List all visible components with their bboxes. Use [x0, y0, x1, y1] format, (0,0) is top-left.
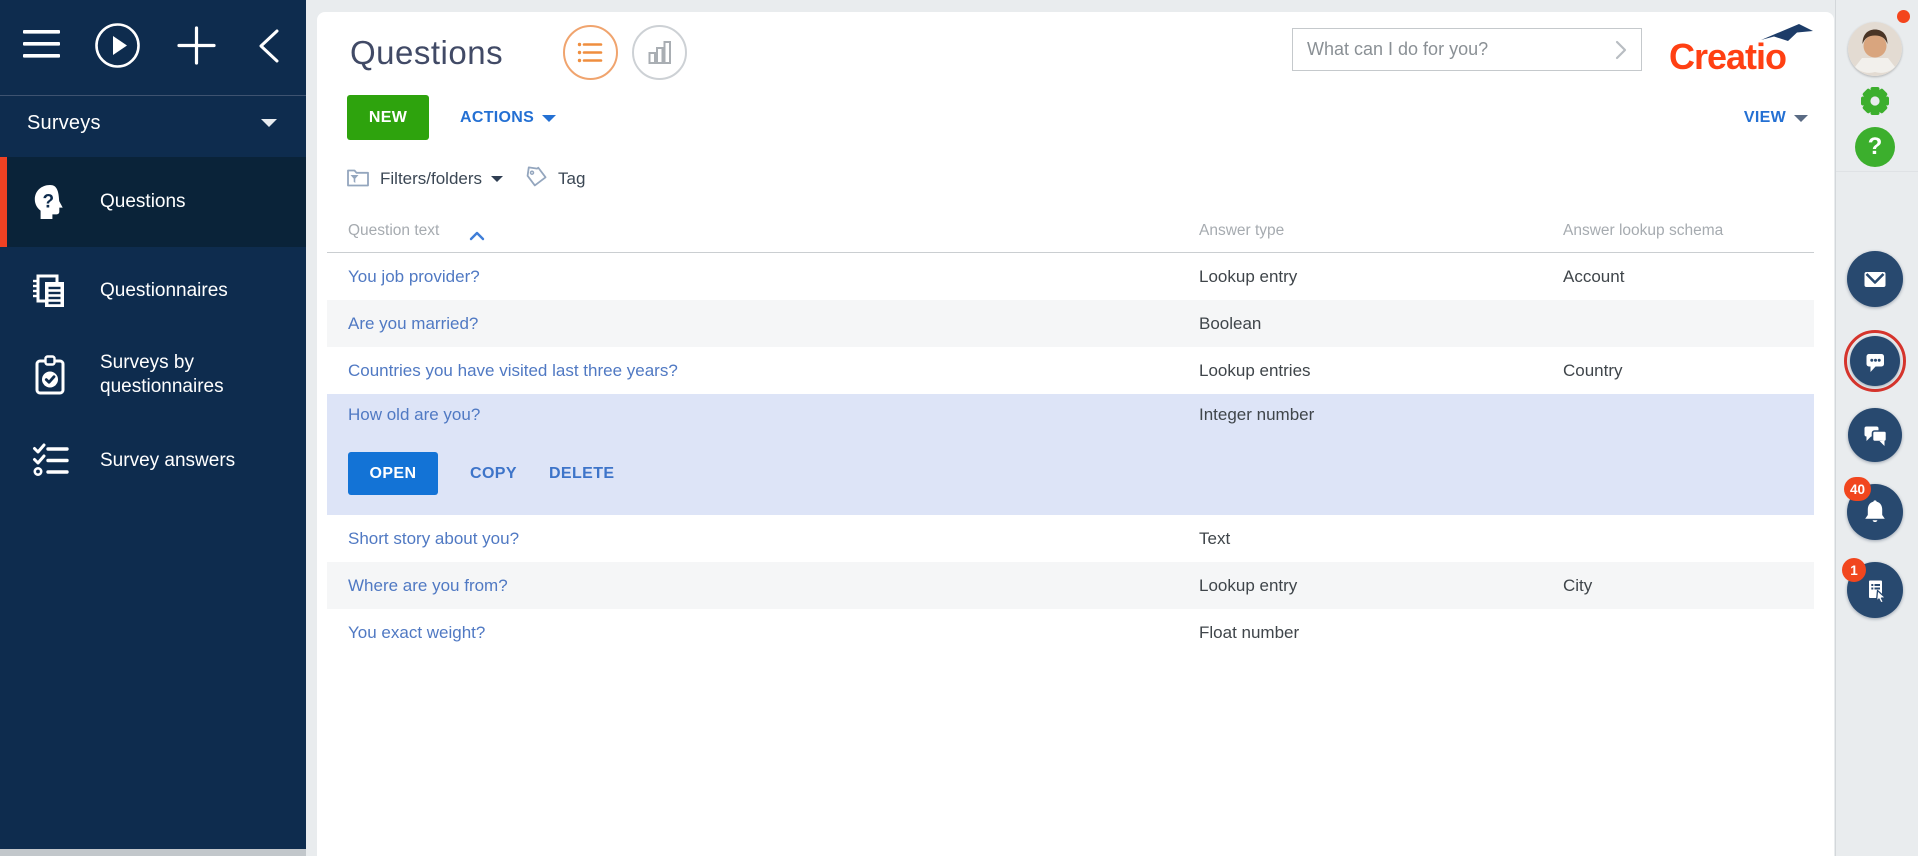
email-icon[interactable]	[1847, 251, 1903, 307]
question-link[interactable]: Where are you from?	[348, 562, 508, 609]
table-row[interactable]: Countries you have visited last three ye…	[327, 347, 1814, 394]
copy-button[interactable]: COPY	[470, 465, 517, 483]
process-tasks-badge: 1	[1842, 558, 1866, 582]
view-button[interactable]: VIEW	[1744, 107, 1808, 129]
tag-button[interactable]: Tag	[558, 169, 585, 189]
svg-text:?: ?	[43, 192, 55, 213]
sidebar-item-survey-answers[interactable]: Survey answers	[0, 423, 306, 499]
creatio-plane-icon	[1761, 24, 1813, 41]
hamburger-menu-icon[interactable]	[23, 30, 63, 65]
creatio-logo: Creatio	[1669, 24, 1814, 78]
search-submit-icon[interactable]	[1601, 29, 1641, 70]
workspace-selector-label[interactable]: Surveys	[27, 112, 101, 135]
page-title: Questions	[350, 34, 504, 71]
checklist-icon	[28, 439, 72, 483]
filters-folders-button[interactable]: Filters/folders	[380, 169, 482, 189]
filters-folders-icon[interactable]	[345, 164, 371, 195]
question-link[interactable]: Countries you have visited last three ye…	[348, 347, 678, 394]
panel-divider	[1836, 171, 1918, 172]
system-designer-gear-icon[interactable]	[1853, 79, 1897, 123]
answer-type-cell: Boolean	[1199, 314, 1262, 333]
sidebar-item-label: Questions	[100, 191, 186, 212]
sidebar-item-surveys-by-questionnaires[interactable]: Surveys by questionnaires	[0, 331, 306, 419]
table-row-selected[interactable]: How old are you? Integer number OPEN COP…	[327, 394, 1814, 515]
run-process-icon[interactable]	[94, 22, 141, 74]
column-header-question-text[interactable]: Question text	[348, 222, 439, 240]
messenger-icon[interactable]	[1848, 408, 1902, 462]
clipboard-check-icon	[28, 353, 72, 397]
column-header-answer-lookup-schema[interactable]: Answer lookup schema	[1563, 222, 1723, 240]
user-avatar[interactable]	[1848, 22, 1902, 76]
question-link[interactable]: You exact weight?	[348, 609, 485, 656]
answer-type-cell: Text	[1199, 529, 1231, 548]
analytics-view-button[interactable]	[632, 25, 687, 80]
actions-caret-down-icon	[542, 114, 557, 122]
filters-caret-down-icon[interactable]	[491, 176, 504, 182]
delete-button[interactable]: DELETE	[549, 465, 615, 483]
communication-panel: ? 40 1	[1835, 0, 1918, 856]
column-header-answer-type[interactable]: Answer type	[1199, 222, 1284, 240]
filter-bar: Filters/folders Tag	[345, 164, 585, 194]
tag-icon[interactable]	[523, 164, 549, 195]
question-link[interactable]: You job provider?	[348, 253, 480, 300]
table-row[interactable]: Are you married? Boolean	[327, 300, 1814, 347]
lookup-schema-cell: Country	[1563, 361, 1623, 380]
question-link[interactable]: Are you married?	[348, 300, 478, 347]
sidebar-item-label: Questionnaires	[100, 280, 228, 301]
new-button[interactable]: NEW	[347, 95, 429, 140]
view-caret-down-icon	[1794, 114, 1808, 122]
creatio-app: Surveys ? Questions Questionnaires Surve…	[0, 0, 1918, 856]
sidebar-divider	[0, 95, 306, 96]
add-icon[interactable]	[177, 26, 216, 70]
lookup-schema-cell: Account	[1563, 267, 1625, 286]
sidebar-item-questionnaires[interactable]: Questionnaires	[0, 247, 306, 335]
help-icon[interactable]: ?	[1855, 127, 1895, 167]
answer-type-cell: Lookup entry	[1199, 267, 1298, 286]
answer-type-cell: Float number	[1199, 623, 1300, 642]
sort-ascending-icon[interactable]	[469, 228, 485, 246]
command-line	[1292, 28, 1642, 71]
answer-type-cell: Lookup entry	[1199, 576, 1298, 595]
sidebar-item-label: Surveys by questionnaires	[100, 352, 224, 397]
question-link[interactable]: Short story about you?	[348, 515, 519, 562]
collapse-sidebar-icon[interactable]	[255, 28, 281, 69]
actions-button[interactable]: ACTIONS	[460, 107, 557, 129]
row-actions: OPEN COPY DELETE	[348, 452, 614, 495]
answer-type-cell: Lookup entries	[1199, 361, 1311, 380]
notifications-badge: 40	[1844, 477, 1871, 501]
list-view-button[interactable]	[563, 25, 618, 80]
open-button[interactable]: OPEN	[348, 452, 438, 495]
lookup-schema-cell: City	[1563, 576, 1593, 595]
table-row[interactable]: Where are you from? Lookup entry City	[327, 562, 1814, 609]
chat-active-ring[interactable]	[1844, 330, 1906, 392]
table-row[interactable]: You job provider? Lookup entry Account	[327, 253, 1814, 300]
table-row[interactable]: Short story about you? Text	[327, 515, 1814, 562]
question-link[interactable]: How old are you?	[348, 403, 480, 427]
online-status-dot	[1897, 10, 1910, 23]
horizontal-scrollbar[interactable]	[0, 849, 306, 856]
workspace-caret-down-icon[interactable]	[261, 119, 277, 127]
documents-icon	[28, 269, 72, 313]
sidebar-item-questions[interactable]: ? Questions	[0, 157, 306, 247]
table-row[interactable]: You exact weight? Float number	[327, 609, 1814, 656]
answer-type-cell: Integer number	[1199, 405, 1315, 424]
main-content-card: Questions What can I do for you? Creatio…	[317, 12, 1834, 856]
question-head-icon: ?	[28, 180, 72, 224]
chat-icon[interactable]	[1850, 336, 1900, 386]
sidebar-item-label: Survey answers	[100, 450, 236, 471]
left-sidebar: Surveys ? Questions Questionnaires Surve…	[0, 0, 306, 856]
search-input[interactable]	[1293, 39, 1601, 60]
